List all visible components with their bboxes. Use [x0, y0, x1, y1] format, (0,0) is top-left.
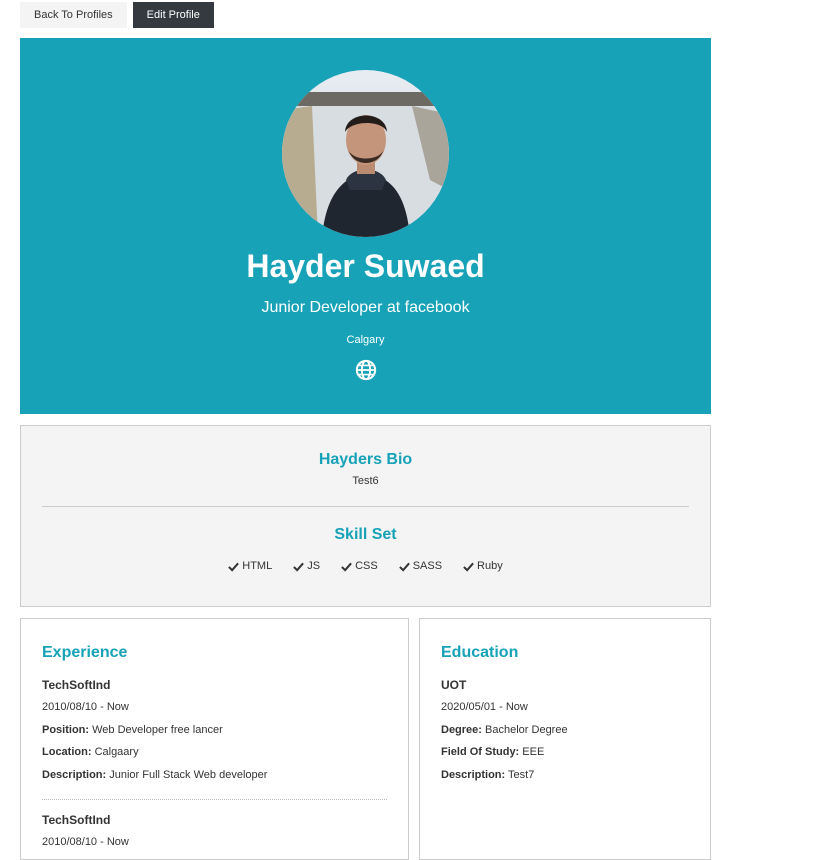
experience-title: Experience [42, 644, 128, 661]
skill-label: JS [307, 560, 321, 572]
globe-icon[interactable] [355, 359, 377, 381]
skill-label: SASS [412, 560, 443, 572]
school-name: UOT [441, 678, 467, 692]
avatar [282, 70, 449, 237]
experience-location: Location: Calgaary [42, 746, 139, 758]
skill-label: HTML [242, 560, 273, 572]
entry-separator [42, 799, 387, 800]
experience-description: Description: Junior Full Stack Web devel… [42, 768, 268, 781]
education-description: Description: Test7 [441, 768, 535, 781]
company-name: TechSoftInd [42, 813, 111, 827]
skill-item: SASS [398, 559, 443, 573]
experience-position: Position: Web Developer free lancer [42, 723, 223, 736]
education-title: Education [441, 644, 519, 661]
check-icon [398, 562, 410, 572]
check-icon [341, 562, 352, 572]
skill-list: HTML JS CSS SASS Ruby [21, 559, 710, 573]
divider [42, 506, 689, 507]
education-section: Education UOT 2020/05/01 - Now Degree: B… [419, 618, 711, 860]
profile-name: Hayder Suwaed [246, 248, 485, 284]
education-dates: 2020/05/01 - Now [441, 701, 528, 713]
experience-section: Experience TechSoftInd 2010/08/10 - Now … [20, 618, 409, 860]
profile-headline: Junior Developer at facebook [261, 299, 470, 316]
education-entry: UOT 2020/05/01 - Now Degree: Bachelor De… [441, 677, 689, 790]
profile-header: Hayder Suwaed Junior Developer at facebo… [20, 38, 711, 414]
experience-entry: TechSoftInd 2010/08/10 - Now [42, 812, 387, 858]
profile-location: Calgary [346, 334, 385, 346]
experience-dates: 2010/08/10 - Now [42, 836, 129, 848]
experience-entry: TechSoftInd 2010/08/10 - Now Position: W… [42, 677, 387, 790]
skill-item: HTML [228, 559, 272, 573]
back-to-profiles-button[interactable]: Back To Profiles [20, 2, 127, 28]
top-nav: Back To Profiles Edit Profile [20, 2, 214, 28]
skill-item: JS [293, 559, 320, 573]
check-icon [293, 562, 305, 572]
skill-item: CSS [341, 559, 378, 573]
education-field: Field Of Study: EEE [441, 746, 545, 758]
edit-profile-button[interactable]: Edit Profile [132, 2, 214, 28]
education-degree: Degree: Bachelor Degree [441, 723, 568, 736]
bio-text: Test6 [352, 475, 379, 487]
check-icon [228, 562, 240, 572]
bio-title: Hayders Bio [318, 451, 413, 468]
skill-label: Ruby [477, 560, 503, 572]
company-name: TechSoftInd [42, 678, 111, 692]
profile-about: Hayders Bio Test6 Skill Set HTML JS CSS … [20, 425, 711, 607]
check-icon [463, 562, 474, 572]
skill-item: Ruby [463, 559, 503, 573]
skill-set-title: Skill Set [334, 526, 397, 543]
experience-dates: 2010/08/10 - Now [42, 701, 129, 713]
skill-label: CSS [355, 560, 378, 572]
